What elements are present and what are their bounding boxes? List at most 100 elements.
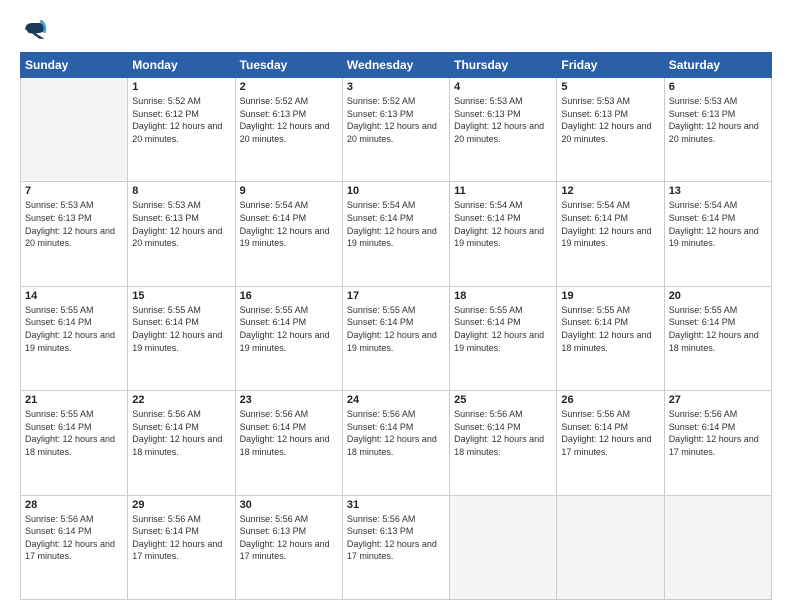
calendar-cell: 30 Sunrise: 5:56 AMSunset: 6:13 PMDayligh… xyxy=(235,495,342,599)
calendar-cell: 8 Sunrise: 5:53 AMSunset: 6:13 PMDaylight… xyxy=(128,182,235,286)
weekday-header-cell: Friday xyxy=(557,53,664,78)
calendar-cell: 15 Sunrise: 5:55 AMSunset: 6:14 PMDayligh… xyxy=(128,286,235,390)
calendar-week-row: 14 Sunrise: 5:55 AMSunset: 6:14 PMDayligh… xyxy=(21,286,772,390)
day-info: Sunrise: 5:53 AMSunset: 6:13 PMDaylight:… xyxy=(25,199,123,249)
day-info: Sunrise: 5:55 AMSunset: 6:14 PMDaylight:… xyxy=(454,304,552,354)
calendar-cell: 20 Sunrise: 5:55 AMSunset: 6:14 PMDayligh… xyxy=(664,286,771,390)
day-number: 11 xyxy=(454,185,552,197)
day-info: Sunrise: 5:55 AMSunset: 6:14 PMDaylight:… xyxy=(240,304,338,354)
calendar-cell: 27 Sunrise: 5:56 AMSunset: 6:14 PMDayligh… xyxy=(664,391,771,495)
calendar-cell: 24 Sunrise: 5:56 AMSunset: 6:14 PMDayligh… xyxy=(342,391,449,495)
day-number: 20 xyxy=(669,290,767,302)
calendar-cell: 3 Sunrise: 5:52 AMSunset: 6:13 PMDaylight… xyxy=(342,78,449,182)
day-info: Sunrise: 5:56 AMSunset: 6:14 PMDaylight:… xyxy=(240,408,338,458)
day-info: Sunrise: 5:56 AMSunset: 6:14 PMDaylight:… xyxy=(132,408,230,458)
day-number: 8 xyxy=(132,185,230,197)
day-info: Sunrise: 5:53 AMSunset: 6:13 PMDaylight:… xyxy=(132,199,230,249)
day-number: 10 xyxy=(347,185,445,197)
day-info: Sunrise: 5:52 AMSunset: 6:12 PMDaylight:… xyxy=(132,95,230,145)
day-info: Sunrise: 5:55 AMSunset: 6:14 PMDaylight:… xyxy=(25,408,123,458)
day-number: 19 xyxy=(561,290,659,302)
calendar-cell: 4 Sunrise: 5:53 AMSunset: 6:13 PMDaylight… xyxy=(450,78,557,182)
day-info: Sunrise: 5:55 AMSunset: 6:14 PMDaylight:… xyxy=(25,304,123,354)
calendar-cell: 23 Sunrise: 5:56 AMSunset: 6:14 PMDayligh… xyxy=(235,391,342,495)
day-info: Sunrise: 5:56 AMSunset: 6:14 PMDaylight:… xyxy=(561,408,659,458)
weekday-header-cell: Monday xyxy=(128,53,235,78)
day-info: Sunrise: 5:54 AMSunset: 6:14 PMDaylight:… xyxy=(561,199,659,249)
day-info: Sunrise: 5:53 AMSunset: 6:13 PMDaylight:… xyxy=(669,95,767,145)
day-info: Sunrise: 5:56 AMSunset: 6:14 PMDaylight:… xyxy=(669,408,767,458)
weekday-header-cell: Saturday xyxy=(664,53,771,78)
calendar-week-row: 1Sunrise: 5:52 AMSunset: 6:12 PMDaylight… xyxy=(21,78,772,182)
calendar-cell: 13 Sunrise: 5:54 AMSunset: 6:14 PMDayligh… xyxy=(664,182,771,286)
calendar-cell: 31 Sunrise: 5:56 AMSunset: 6:13 PMDayligh… xyxy=(342,495,449,599)
calendar-cell xyxy=(21,78,128,182)
day-number: 25 xyxy=(454,394,552,406)
calendar-cell: 21 Sunrise: 5:55 AMSunset: 6:14 PMDayligh… xyxy=(21,391,128,495)
calendar-cell: 28Sunrise: 5:56 AMSunset: 6:14 PMDayligh… xyxy=(21,495,128,599)
day-number: 9 xyxy=(240,185,338,197)
calendar-cell: 17 Sunrise: 5:55 AMSunset: 6:14 PMDayligh… xyxy=(342,286,449,390)
calendar-cell: 5Sunrise: 5:53 AMSunset: 6:13 PMDaylight… xyxy=(557,78,664,182)
day-number: 3 xyxy=(347,81,445,93)
day-number: 31 xyxy=(347,499,445,511)
day-number: 16 xyxy=(240,290,338,302)
day-info: Sunrise: 5:53 AMSunset: 6:13 PMDaylight:… xyxy=(561,95,659,145)
calendar-cell: 25 Sunrise: 5:56 AMSunset: 6:14 PMDayligh… xyxy=(450,391,557,495)
day-info: Sunrise: 5:55 AMSunset: 6:14 PMDaylight:… xyxy=(347,304,445,354)
weekday-header-cell: Wednesday xyxy=(342,53,449,78)
calendar-cell: 11Sunrise: 5:54 AMSunset: 6:14 PMDayligh… xyxy=(450,182,557,286)
day-number: 26 xyxy=(561,394,659,406)
day-info: Sunrise: 5:56 AMSunset: 6:13 PMDaylight:… xyxy=(240,513,338,563)
day-info: Sunrise: 5:55 AMSunset: 6:14 PMDaylight:… xyxy=(561,304,659,354)
weekday-header-cell: Thursday xyxy=(450,53,557,78)
day-number: 21 xyxy=(25,394,123,406)
day-number: 13 xyxy=(669,185,767,197)
weekday-header-row: SundayMondayTuesdayWednesdayThursdayFrid… xyxy=(21,53,772,78)
day-info: Sunrise: 5:52 AMSunset: 6:13 PMDaylight:… xyxy=(240,95,338,145)
day-number: 22 xyxy=(132,394,230,406)
day-number: 28 xyxy=(25,499,123,511)
day-info: Sunrise: 5:52 AMSunset: 6:13 PMDaylight:… xyxy=(347,95,445,145)
header xyxy=(20,16,772,44)
day-number: 4 xyxy=(454,81,552,93)
day-info: Sunrise: 5:54 AMSunset: 6:14 PMDaylight:… xyxy=(669,199,767,249)
weekday-header-cell: Tuesday xyxy=(235,53,342,78)
day-number: 30 xyxy=(240,499,338,511)
calendar-cell: 22 Sunrise: 5:56 AMSunset: 6:14 PMDayligh… xyxy=(128,391,235,495)
day-info: Sunrise: 5:55 AMSunset: 6:14 PMDaylight:… xyxy=(669,304,767,354)
calendar-week-row: 7Sunrise: 5:53 AMSunset: 6:13 PMDaylight… xyxy=(21,182,772,286)
calendar-cell: 7Sunrise: 5:53 AMSunset: 6:13 PMDaylight… xyxy=(21,182,128,286)
calendar-cell: 12 Sunrise: 5:54 AMSunset: 6:14 PMDayligh… xyxy=(557,182,664,286)
calendar-body: 1Sunrise: 5:52 AMSunset: 6:12 PMDaylight… xyxy=(21,78,772,600)
calendar-cell xyxy=(664,495,771,599)
day-number: 29 xyxy=(132,499,230,511)
day-number: 12 xyxy=(561,185,659,197)
day-number: 17 xyxy=(347,290,445,302)
day-number: 18 xyxy=(454,290,552,302)
day-info: Sunrise: 5:56 AMSunset: 6:14 PMDaylight:… xyxy=(132,513,230,563)
day-info: Sunrise: 5:55 AMSunset: 6:14 PMDaylight:… xyxy=(132,304,230,354)
page: SundayMondayTuesdayWednesdayThursdayFrid… xyxy=(0,0,792,612)
calendar-cell: 16 Sunrise: 5:55 AMSunset: 6:14 PMDayligh… xyxy=(235,286,342,390)
day-number: 23 xyxy=(240,394,338,406)
day-info: Sunrise: 5:53 AMSunset: 6:13 PMDaylight:… xyxy=(454,95,552,145)
calendar-cell: 14 Sunrise: 5:55 AMSunset: 6:14 PMDayligh… xyxy=(21,286,128,390)
weekday-header-cell: Sunday xyxy=(21,53,128,78)
calendar-cell: 29 Sunrise: 5:56 AMSunset: 6:14 PMDayligh… xyxy=(128,495,235,599)
day-info: Sunrise: 5:54 AMSunset: 6:14 PMDaylight:… xyxy=(240,199,338,249)
day-number: 14 xyxy=(25,290,123,302)
calendar-cell xyxy=(450,495,557,599)
calendar-cell: 9 Sunrise: 5:54 AMSunset: 6:14 PMDaylight… xyxy=(235,182,342,286)
day-info: Sunrise: 5:56 AMSunset: 6:13 PMDaylight:… xyxy=(347,513,445,563)
day-number: 27 xyxy=(669,394,767,406)
calendar-cell: 19 Sunrise: 5:55 AMSunset: 6:14 PMDayligh… xyxy=(557,286,664,390)
day-number: 24 xyxy=(347,394,445,406)
day-info: Sunrise: 5:56 AMSunset: 6:14 PMDaylight:… xyxy=(454,408,552,458)
day-info: Sunrise: 5:56 AMSunset: 6:14 PMDaylight:… xyxy=(347,408,445,458)
day-number: 15 xyxy=(132,290,230,302)
calendar-cell: 26 Sunrise: 5:56 AMSunset: 6:14 PMDayligh… xyxy=(557,391,664,495)
day-number: 6 xyxy=(669,81,767,93)
logo-icon xyxy=(20,16,48,44)
calendar-cell: 1Sunrise: 5:52 AMSunset: 6:12 PMDaylight… xyxy=(128,78,235,182)
